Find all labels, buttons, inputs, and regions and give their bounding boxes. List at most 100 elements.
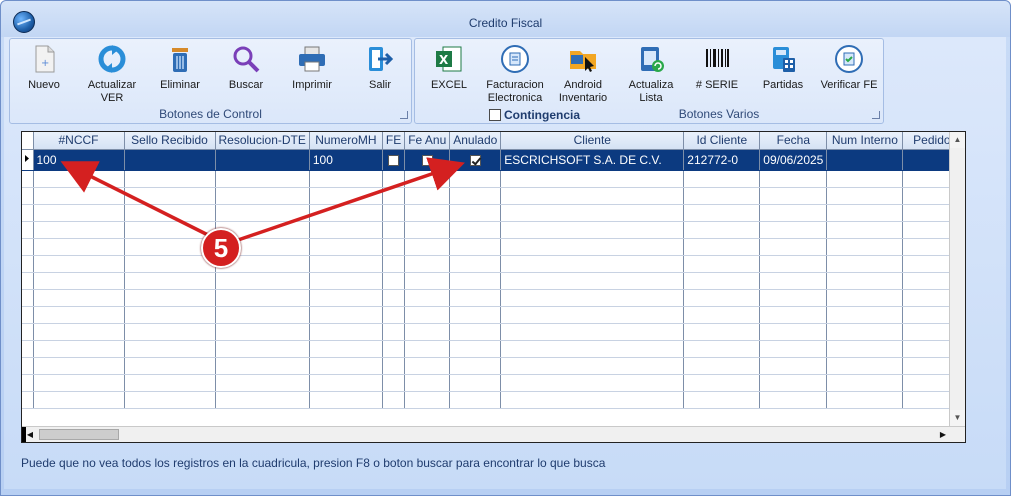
empty-cell[interactable] [826, 221, 904, 239]
empty-cell[interactable] [683, 238, 761, 256]
empty-cell[interactable] [826, 255, 904, 273]
empty-cell[interactable] [759, 340, 828, 358]
empty-cell[interactable] [124, 272, 216, 290]
empty-cell[interactable] [683, 323, 761, 341]
empty-cell[interactable] [500, 374, 685, 392]
empty-cell[interactable] [759, 306, 828, 324]
empty-cell[interactable] [500, 204, 685, 222]
empty-cell[interactable] [309, 238, 383, 256]
cell-resolucion[interactable] [215, 149, 310, 171]
table-row[interactable] [22, 221, 962, 239]
empty-cell[interactable] [33, 340, 125, 358]
table-row[interactable] [22, 170, 962, 188]
entries-button[interactable]: Partidas [753, 43, 813, 92]
empty-cell[interactable] [683, 340, 761, 358]
table-row[interactable] [22, 255, 962, 273]
empty-cell[interactable] [683, 272, 761, 290]
empty-cell[interactable] [449, 187, 502, 205]
empty-cell[interactable] [449, 221, 502, 239]
empty-cell[interactable] [826, 391, 904, 409]
empty-cell[interactable] [449, 289, 502, 307]
empty-cell[interactable] [309, 306, 383, 324]
cell-fecha[interactable]: 09/06/2025 [759, 149, 828, 171]
records-grid[interactable]: #NCCF Sello Recibido Resolucion-DTE Nume… [21, 131, 966, 443]
empty-cell[interactable] [449, 391, 502, 409]
empty-cell[interactable] [759, 238, 828, 256]
empty-cell[interactable] [382, 289, 406, 307]
empty-cell[interactable] [759, 221, 828, 239]
empty-cell[interactable] [500, 340, 685, 358]
empty-cell[interactable] [759, 170, 828, 188]
empty-cell[interactable] [500, 238, 685, 256]
empty-cell[interactable] [309, 170, 383, 188]
empty-cell[interactable] [124, 289, 216, 307]
cell-id-cliente[interactable]: 212772-0 [683, 149, 761, 171]
empty-cell[interactable] [124, 374, 216, 392]
col-header-sello[interactable]: Sello Recibido [124, 132, 216, 150]
col-header-cliente[interactable]: Cliente [500, 132, 685, 150]
empty-cell[interactable] [449, 255, 502, 273]
group-expander-icon[interactable] [872, 111, 880, 119]
empty-cell[interactable] [382, 187, 406, 205]
empty-cell[interactable] [683, 391, 761, 409]
empty-cell[interactable] [683, 289, 761, 307]
cell-fe[interactable] [382, 149, 406, 171]
table-row[interactable] [22, 272, 962, 290]
empty-cell[interactable] [124, 170, 216, 188]
empty-cell[interactable] [404, 204, 451, 222]
empty-cell[interactable] [215, 204, 310, 222]
empty-cell[interactable] [382, 340, 406, 358]
empty-cell[interactable] [382, 306, 406, 324]
print-button[interactable]: Imprimir [282, 43, 342, 92]
empty-cell[interactable] [309, 323, 383, 341]
empty-cell[interactable] [826, 204, 904, 222]
empty-cell[interactable] [683, 306, 761, 324]
empty-cell[interactable] [500, 187, 685, 205]
empty-cell[interactable] [33, 289, 125, 307]
scroll-down-arrow-icon[interactable]: ▼ [950, 410, 965, 426]
empty-cell[interactable] [33, 374, 125, 392]
verify-fe-button[interactable]: Verificar FE [819, 43, 879, 92]
empty-cell[interactable] [382, 272, 406, 290]
empty-cell[interactable] [404, 255, 451, 273]
empty-cell[interactable] [404, 357, 451, 375]
empty-cell[interactable] [449, 238, 502, 256]
empty-cell[interactable] [826, 272, 904, 290]
group-expander-icon[interactable] [400, 111, 408, 119]
fe-checkbox[interactable] [388, 154, 400, 166]
empty-cell[interactable] [826, 170, 904, 188]
empty-cell[interactable] [759, 391, 828, 409]
cell-numero-mh[interactable]: 100 [309, 149, 383, 171]
empty-cell[interactable] [404, 340, 451, 358]
empty-cell[interactable] [449, 204, 502, 222]
empty-cell[interactable] [500, 289, 685, 307]
empty-cell[interactable] [826, 340, 904, 358]
table-row[interactable]: 100 100 ESCRICHSOFT S.A. DE C.V. 212772-… [22, 149, 962, 171]
empty-cell[interactable] [449, 357, 502, 375]
table-row[interactable] [22, 238, 962, 256]
empty-cell[interactable] [683, 374, 761, 392]
serial-number-button[interactable]: # SERIE [687, 43, 747, 92]
empty-cell[interactable] [382, 204, 406, 222]
empty-cell[interactable] [33, 272, 125, 290]
empty-cell[interactable] [33, 170, 125, 188]
col-header-fe[interactable]: FE [382, 132, 406, 150]
empty-cell[interactable] [404, 221, 451, 239]
col-header-fe-anu[interactable]: Fe Anu [404, 132, 451, 150]
empty-cell[interactable] [215, 306, 310, 324]
empty-cell[interactable] [404, 289, 451, 307]
empty-cell[interactable] [759, 357, 828, 375]
empty-cell[interactable] [33, 323, 125, 341]
exit-button[interactable]: Salir [350, 43, 410, 92]
empty-cell[interactable] [309, 357, 383, 375]
empty-cell[interactable] [683, 221, 761, 239]
empty-cell[interactable] [382, 255, 406, 273]
fe-anu-checkbox[interactable] [421, 154, 433, 166]
empty-cell[interactable] [309, 272, 383, 290]
empty-cell[interactable] [759, 255, 828, 273]
empty-cell[interactable] [500, 306, 685, 324]
empty-cell[interactable] [33, 391, 125, 409]
empty-cell[interactable] [404, 187, 451, 205]
empty-cell[interactable] [309, 391, 383, 409]
empty-cell[interactable] [309, 374, 383, 392]
